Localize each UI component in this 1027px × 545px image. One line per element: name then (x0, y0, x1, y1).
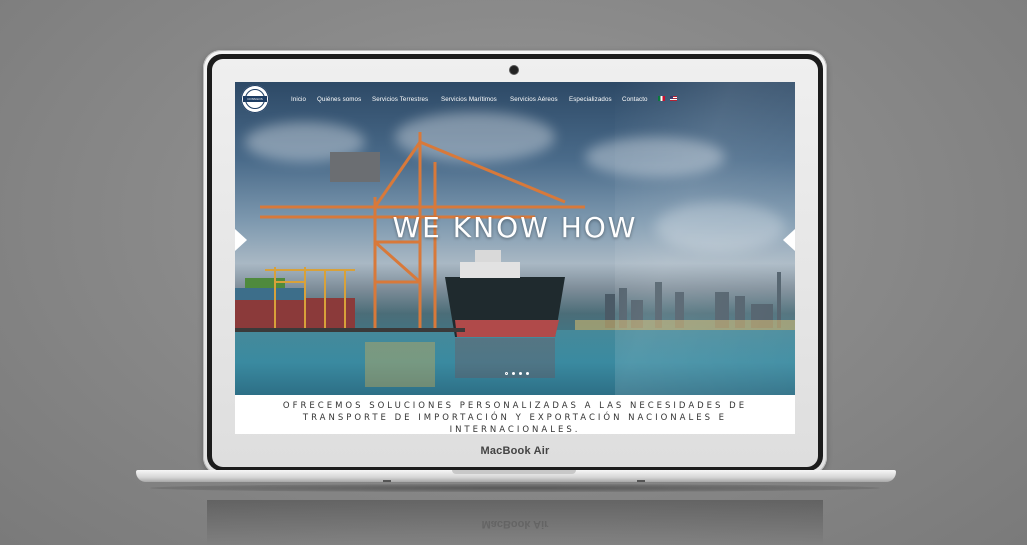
webcam-icon (510, 66, 518, 74)
main-navigation: CONSILOS Inicio Quiénes somos Servicios … (235, 82, 795, 116)
slider-dot[interactable] (512, 372, 515, 375)
slider-next-arrow-icon[interactable] (783, 229, 795, 251)
browser-screen: CONSILOS Inicio Quiénes somos Servicios … (235, 82, 795, 434)
slider-prev-arrow-icon[interactable] (235, 229, 247, 251)
laptop-hinge-notch (452, 470, 576, 474)
laptop-shadow (150, 484, 880, 492)
services-tagline: OFRECEMOS SOLUCIONES PERSONALIZADAS A LA… (282, 401, 748, 434)
nav-item-servicios-aereos[interactable]: Servicios Aéreos (510, 96, 558, 103)
laptop-foot (637, 480, 645, 482)
nav-item-servicios-terrestres[interactable]: Servicios Terrestres (372, 96, 428, 103)
nav-item-especializados[interactable]: Especializados (569, 96, 612, 103)
flag-mexico-icon[interactable] (658, 96, 665, 101)
nav-item-quienes-somos[interactable]: Quiénes somos (317, 96, 361, 103)
hero-headline: WE KNOW HOW (392, 211, 638, 244)
slider-dot[interactable] (519, 372, 522, 375)
logo-text: CONSILOS (247, 97, 263, 101)
flag-usa-icon[interactable] (670, 96, 677, 101)
slider-dot[interactable] (505, 372, 508, 375)
laptop-foot (383, 480, 391, 482)
laptop-brand-label: MacBook Air (480, 445, 550, 457)
nav-item-contacto[interactable]: Contacto (622, 96, 648, 103)
company-logo[interactable]: CONSILOS (241, 85, 269, 113)
laptop-reflection-brand: MacBook Air (481, 518, 549, 530)
hero-slider: CONSILOS Inicio Quiénes somos Servicios … (235, 82, 795, 395)
nav-item-servicios-maritimos[interactable]: Servicios Marítimos (441, 96, 497, 103)
slider-dot[interactable] (526, 372, 529, 375)
nav-item-inicio[interactable]: Inicio (291, 96, 306, 103)
